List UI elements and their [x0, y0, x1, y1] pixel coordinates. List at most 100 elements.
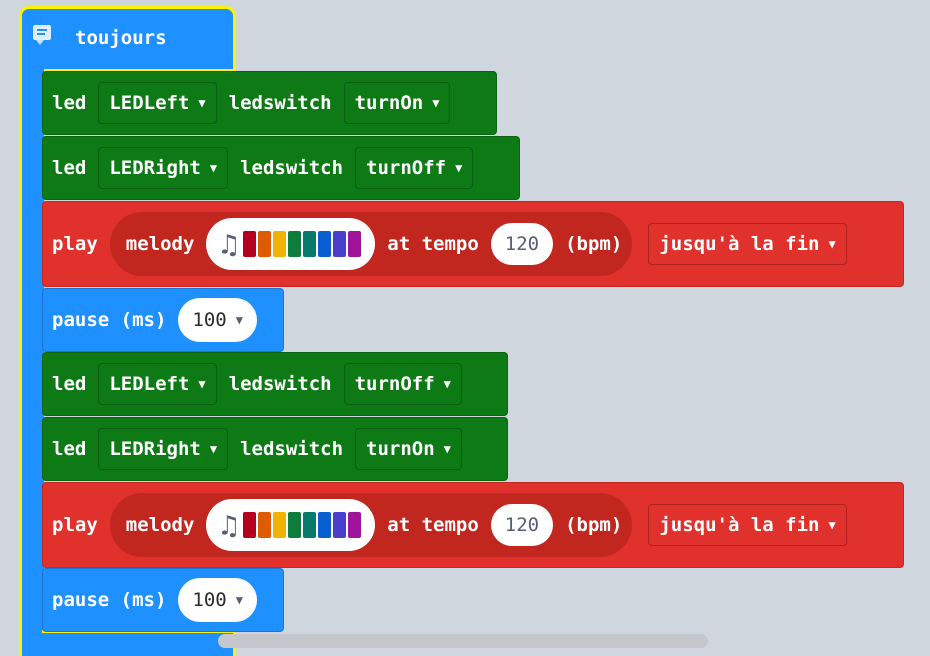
ledswitch-state-dropdown[interactable]: turnOff ▼: [343, 363, 462, 405]
ledswitch-state-dropdown[interactable]: turnOn ▼: [355, 428, 462, 470]
grid-marker: [864, 152, 873, 161]
dropdown-triangle-icon: ▼: [828, 518, 836, 532]
melody-note-swatch: [288, 512, 302, 538]
grid-marker: [684, 93, 693, 102]
ledswitch-state-dropdown[interactable]: turnOff ▼: [355, 147, 474, 189]
pause-label: pause (ms): [52, 589, 167, 611]
grid-marker: [864, 93, 873, 102]
tempo-input[interactable]: 120: [490, 504, 554, 546]
grid-marker: [564, 624, 573, 633]
grid-marker: [504, 93, 513, 102]
melody-reporter[interactable]: melody ♫ at tempo 120 (bpm): [109, 212, 633, 276]
grid-marker: [564, 388, 573, 397]
melody-notes: [243, 231, 362, 257]
pause-duration-value: 100: [192, 309, 227, 331]
led-label: led: [52, 157, 87, 179]
tempo-input[interactable]: 120: [490, 223, 554, 265]
pause-duration-dropdown[interactable]: 100 ▼: [178, 578, 257, 622]
melody-note-swatch: [303, 512, 317, 538]
comment-icon[interactable]: [33, 25, 51, 45]
grid-marker: [744, 93, 753, 102]
horizontal-scrollbar[interactable]: [218, 634, 708, 648]
melody-label: melody: [125, 514, 195, 536]
grid-marker: [624, 388, 633, 397]
grid-marker: [624, 329, 633, 338]
ledswitch-state-value: turnOff: [366, 157, 447, 179]
melody-note-swatch: [333, 231, 347, 257]
melody-reporter[interactable]: melody ♫ at tempo 120 (bpm): [109, 493, 633, 557]
play-mode-value: jusqu'à la fin: [659, 514, 820, 536]
led-target-value: LEDLeft: [109, 373, 190, 395]
grid-marker: [564, 152, 573, 161]
melody-note-swatch: [258, 512, 272, 538]
grid-marker: [744, 152, 753, 161]
melody-note-swatch: [348, 512, 362, 538]
led-block[interactable]: led LEDRight ▼ ledswitch turnOn ▼: [42, 417, 508, 481]
bpm-label: (bpm): [565, 233, 623, 255]
melody-editor-field[interactable]: ♫: [206, 218, 376, 270]
dropdown-triangle-icon: ▼: [828, 237, 836, 251]
play-melody-block[interactable]: play melody ♫ at tempo 120 (bpm) jusqu'à la fi…: [42, 482, 904, 568]
melody-note-swatch: [273, 231, 287, 257]
play-label: play: [52, 233, 98, 255]
grid-marker: [744, 624, 753, 633]
led-target-value: LEDLeft: [109, 92, 190, 114]
grid-marker: [744, 447, 753, 456]
grid-marker: [684, 388, 693, 397]
dropdown-triangle-icon: ▼: [198, 377, 206, 391]
dropdown-triangle-icon: ▼: [443, 377, 451, 391]
dropdown-triangle-icon: ▼: [432, 96, 440, 110]
led-target-dropdown[interactable]: LEDRight ▼: [98, 147, 229, 189]
melody-note-swatch: [318, 512, 332, 538]
grid-marker: [864, 447, 873, 456]
play-mode-dropdown[interactable]: jusqu'à la fin ▼: [648, 504, 847, 546]
forever-label: toujours: [75, 27, 167, 49]
blocks-workspace[interactable]: toujours led LEDLeft ▼ ledswitch turnOn ▼ led L…: [0, 0, 930, 656]
grid-marker: [864, 624, 873, 633]
pause-block[interactable]: pause (ms) 100 ▼: [42, 288, 284, 352]
dropdown-triangle-icon: ▼: [198, 96, 206, 110]
led-block[interactable]: led LEDRight ▼ ledswitch turnOff ▼: [42, 136, 520, 200]
grid-marker: [624, 34, 633, 43]
grid-marker: [384, 329, 393, 338]
grid-marker: [744, 388, 753, 397]
play-mode-dropdown[interactable]: jusqu'à la fin ▼: [648, 223, 847, 265]
ledswitch-state-value: turnOn: [366, 438, 435, 460]
at-tempo-label: at tempo: [387, 233, 479, 255]
led-block[interactable]: led LEDLeft ▼ ledswitch turnOn ▼: [42, 71, 497, 135]
play-melody-block[interactable]: play melody ♫ at tempo 120 (bpm) jusqu'à la fi…: [42, 201, 904, 287]
grid-marker: [864, 34, 873, 43]
grid-marker: [324, 624, 333, 633]
forever-block[interactable]: toujours: [19, 6, 236, 72]
bpm-label: (bpm): [565, 514, 623, 536]
led-target-dropdown[interactable]: LEDLeft ▼: [98, 363, 217, 405]
grid-marker: [264, 34, 273, 43]
grid-marker: [624, 93, 633, 102]
pause-duration-dropdown[interactable]: 100 ▼: [178, 298, 257, 342]
grid-marker: [564, 329, 573, 338]
grid-marker: [804, 624, 813, 633]
led-target-value: LEDRight: [109, 438, 201, 460]
grid-marker: [804, 93, 813, 102]
led-label: led: [52, 92, 87, 114]
grid-marker: [324, 329, 333, 338]
melody-note-swatch: [258, 231, 272, 257]
pause-block[interactable]: pause (ms) 100 ▼: [42, 568, 284, 632]
led-block[interactable]: led LEDLeft ▼ ledswitch turnOff ▼: [42, 352, 508, 416]
ledswitch-state-dropdown[interactable]: turnOn ▼: [343, 82, 451, 124]
grid-marker: [684, 329, 693, 338]
grid-marker: [684, 152, 693, 161]
grid-marker: [864, 388, 873, 397]
led-label: led: [52, 373, 87, 395]
led-target-dropdown[interactable]: LEDLeft ▼: [98, 82, 217, 124]
dropdown-triangle-icon: ▼: [209, 161, 218, 175]
melody-note-swatch: [303, 231, 317, 257]
grid-marker: [804, 152, 813, 161]
melody-editor-field[interactable]: ♫: [206, 499, 376, 551]
ledswitch-label: ledswitch: [228, 373, 332, 395]
dropdown-triangle-icon: ▼: [443, 442, 451, 456]
play-mode-value: jusqu'à la fin: [659, 233, 820, 255]
dropdown-triangle-icon: ▼: [209, 442, 218, 456]
led-target-dropdown[interactable]: LEDRight ▼: [98, 428, 229, 470]
ledswitch-label: ledswitch: [240, 157, 344, 179]
